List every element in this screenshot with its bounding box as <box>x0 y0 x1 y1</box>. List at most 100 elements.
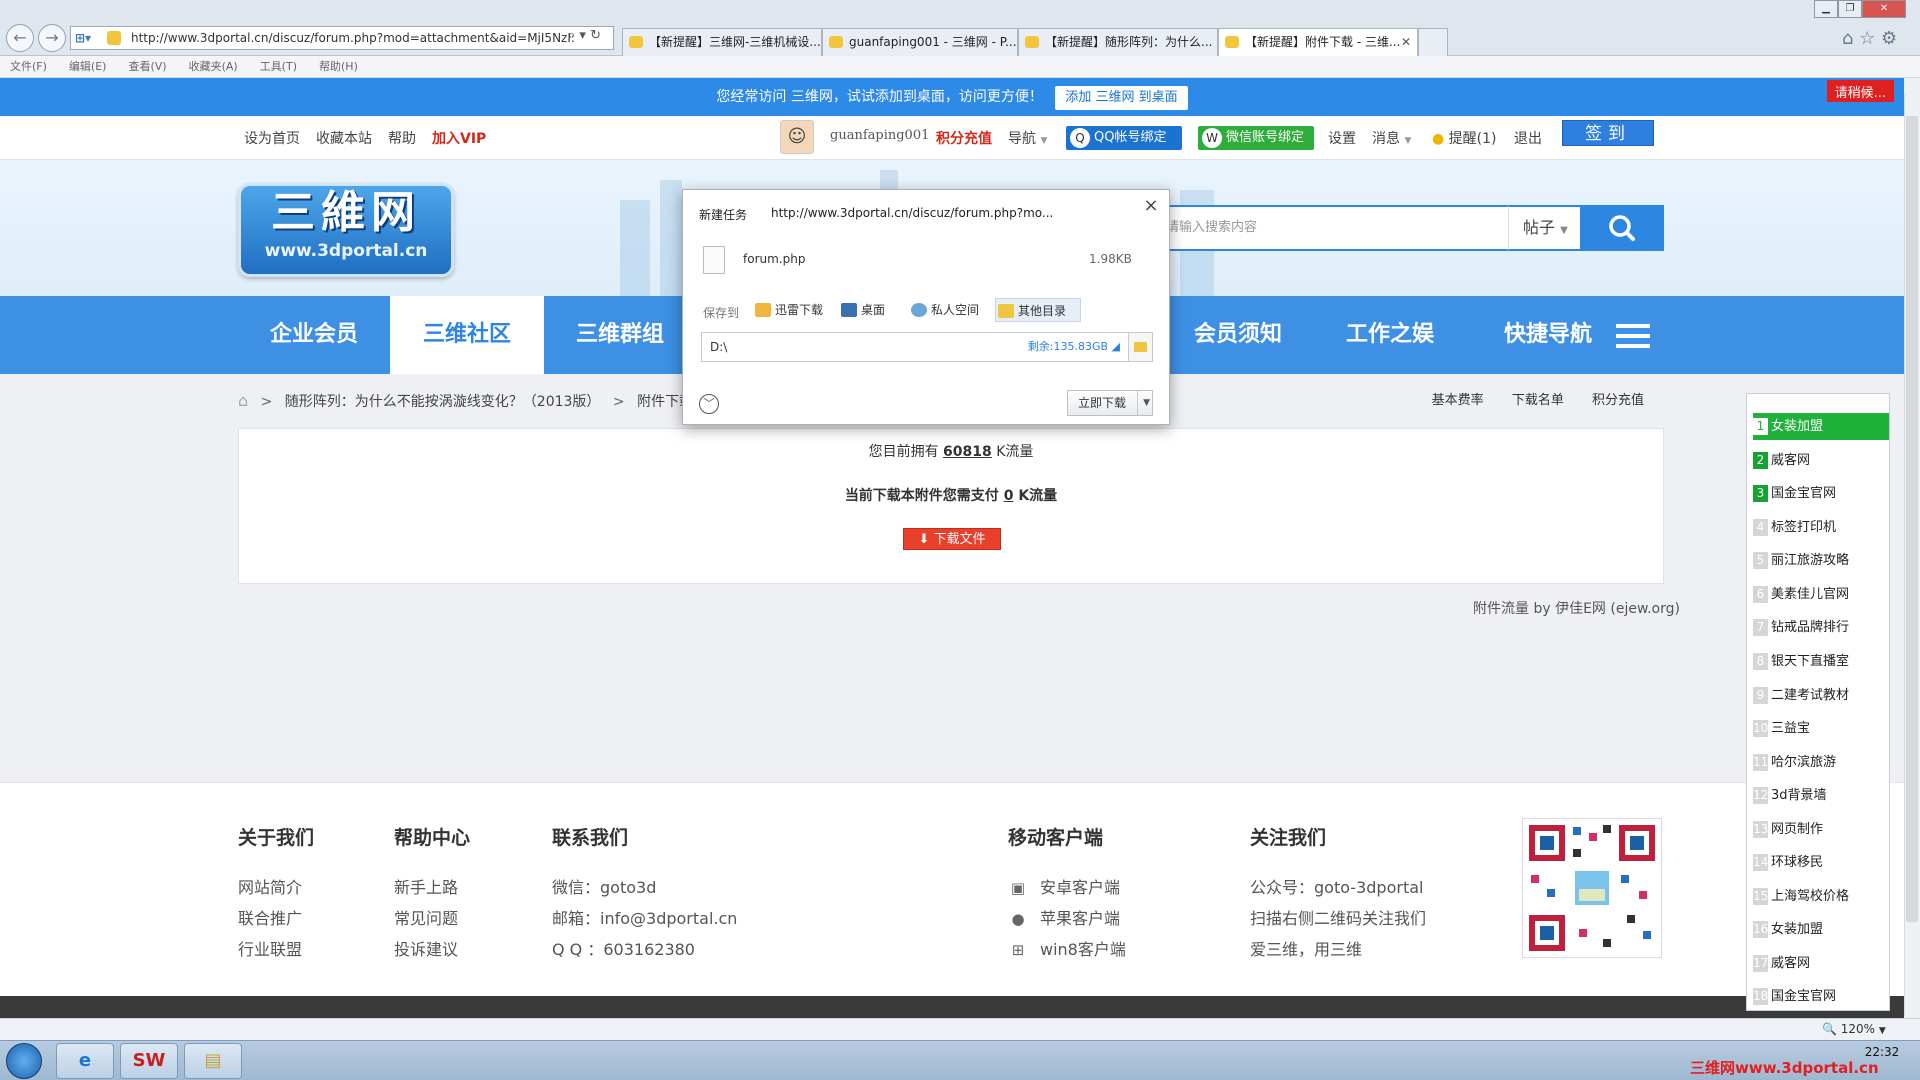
logout-link[interactable]: 退出 <box>1514 128 1542 148</box>
search-type-select[interactable]: 帖子 ▼ <box>1508 205 1580 251</box>
tab-2[interactable]: guanfaping001 - 三维网 - P... <box>822 28 1018 56</box>
points-recharge-link[interactable]: 积分充值 <box>1592 393 1644 408</box>
ad-item[interactable]: 7 钻戒品牌排行 <box>1753 614 1889 641</box>
back-icon[interactable]: ← <box>6 24 34 52</box>
ad-item[interactable]: 5 丽江旅游攻略 <box>1753 547 1889 574</box>
signin-button[interactable]: 签到 <box>1562 120 1654 146</box>
bookmark-site-link[interactable]: 收藏本站 <box>316 128 372 148</box>
footer-link[interactable]: ● 苹果客户端 <box>1008 903 1126 934</box>
dialog-filename[interactable]: forum.php <box>743 252 805 266</box>
help-link[interactable]: 帮助 <box>388 128 416 148</box>
dialog-close-icon[interactable]: × <box>1141 196 1161 216</box>
zoom-control[interactable]: 🔍 120% ▼ <box>1822 1022 1886 1036</box>
ad-item[interactable]: 17 威客网 <box>1753 950 1889 977</box>
menu-view[interactable]: 查看(V) <box>128 56 166 78</box>
search-input[interactable]: 请输入搜索内容 <box>1148 205 1508 251</box>
ad-item[interactable]: 18 国金宝官网 <box>1753 983 1889 1010</box>
footer-link[interactable]: 联合推广 <box>238 903 314 934</box>
save-option-desktop[interactable]: 桌面 <box>839 298 885 322</box>
chevron-down-icon[interactable]: ▼ <box>1143 391 1150 415</box>
explorer-taskbar-icon[interactable]: ▤ <box>184 1043 242 1079</box>
set-homepage-link[interactable]: 设为首页 <box>244 128 300 148</box>
footer-link[interactable]: 投诉建议 <box>394 934 470 965</box>
menu-help[interactable]: 帮助(H) <box>319 56 358 78</box>
menu-favorites[interactable]: 收藏夹(A) <box>189 56 238 78</box>
menu-icon[interactable] <box>1616 324 1650 348</box>
add-to-desktop-button[interactable]: 添加 三维网 到桌面 <box>1055 86 1188 110</box>
ad-item[interactable]: 9 二建考试教材 <box>1753 682 1889 709</box>
tab-label: 【新提醒】附件下载 - 三维... <box>1245 35 1401 49</box>
scrollbar-thumb[interactable] <box>1906 116 1918 922</box>
footer-link[interactable]: ▣ 安卓客户端 <box>1008 872 1126 903</box>
remind-link[interactable]: ● 提醒(1) <box>1432 128 1497 148</box>
basic-rate-link[interactable]: 基本费率 <box>1432 393 1484 408</box>
forward-icon[interactable]: → <box>38 24 66 52</box>
ad-item[interactable]: 11 哈尔滨旅游 <box>1753 749 1889 776</box>
breadcrumb-thread[interactable]: 随形阵列：为什么不能按涡漩线变化？（2013版） <box>285 394 601 410</box>
nav-dropdown[interactable]: 导航 ▼ <box>1008 128 1047 148</box>
ad-item[interactable]: 13 网页制作 <box>1753 816 1889 843</box>
system-clock[interactable]: 22:32 <box>1852 1044 1912 1060</box>
solidworks-taskbar-icon[interactable]: SW <box>120 1043 178 1079</box>
ad-item[interactable]: 14 环球移民 <box>1753 849 1889 876</box>
nav-community[interactable]: 三维社区 <box>390 296 544 374</box>
search-refresh-icons[interactable]: ⌕ ▾ ↻ <box>568 28 601 43</box>
ad-item[interactable]: 15 上海驾校价格 <box>1753 883 1889 910</box>
nav-member-notice[interactable]: 会员须知 <box>1162 296 1314 374</box>
ad-item[interactable]: 6 美素佳儿官网 <box>1753 581 1889 608</box>
footer-link[interactable]: ⊞ win8客户端 <box>1008 934 1126 965</box>
home-star-gear-icons[interactable]: ⌂ ☆ ⚙ <box>1842 28 1897 49</box>
menu-file[interactable]: 文件(F) <box>10 56 47 78</box>
nav-groups[interactable]: 三维群组 <box>544 296 696 374</box>
tab-close-icon[interactable]: ✕ <box>1401 29 1411 55</box>
username[interactable]: guanfaping001 <box>830 128 929 143</box>
nav-quick[interactable]: 快捷导航 <box>1480 296 1616 374</box>
ie-taskbar-icon[interactable]: e <box>56 1043 114 1079</box>
ad-item[interactable]: 4 标签打印机 <box>1753 514 1889 541</box>
save-option-thunder[interactable]: 迅雷下载 <box>753 298 823 322</box>
start-button[interactable] <box>6 1043 42 1079</box>
ad-item[interactable]: 10 三益宝 <box>1753 715 1889 742</box>
expand-options-icon[interactable]: ﹀ <box>699 394 719 414</box>
ad-item[interactable]: 1 女装加盟 <box>1753 413 1889 440</box>
ad-item[interactable]: 16 女装加盟 <box>1753 916 1889 943</box>
footer-link[interactable]: 常见问题 <box>394 903 470 934</box>
compat-icon[interactable]: ⊞▾ <box>75 27 91 49</box>
nav-enterprise[interactable]: 企业会员 <box>238 296 390 374</box>
save-option-private[interactable]: 私人空间 <box>909 298 979 322</box>
save-path-input[interactable]: D:\ 剩余:135.83GB ◢ <box>701 332 1129 362</box>
browse-folder-button[interactable] <box>1129 332 1153 362</box>
new-tab-button[interactable] <box>1418 28 1448 56</box>
footer-link[interactable]: 网站简介 <box>238 872 314 903</box>
save-option-other[interactable]: 其他目录 <box>995 298 1081 322</box>
ad-item[interactable]: 2 威客网 <box>1753 447 1889 474</box>
site-logo[interactable]: 三維网 www.3dportal.cn <box>238 183 454 277</box>
qq-bind-button[interactable]: Q QQ帐号绑定 <box>1066 126 1182 150</box>
maximize-button[interactable]: ❐ <box>1838 0 1862 18</box>
home-icon[interactable]: ⌂ <box>238 391 248 410</box>
messages-dropdown[interactable]: 消息 ▼ <box>1372 128 1411 148</box>
menu-tools[interactable]: 工具(T) <box>260 56 297 78</box>
tab-4-active[interactable]: 【新提醒】附件下载 - 三维... ✕ <box>1218 28 1418 56</box>
settings-link[interactable]: 设置 <box>1328 128 1356 148</box>
ad-item[interactable]: 3 国金宝官网 <box>1753 480 1889 507</box>
avatar[interactable]: ☺ <box>780 120 814 154</box>
ad-item[interactable]: 8 银天下直播室 <box>1753 648 1889 675</box>
download-list-link[interactable]: 下载名单 <box>1512 393 1564 408</box>
nav-work-fun[interactable]: 工作之娱 <box>1314 296 1466 374</box>
join-vip-link[interactable]: 加入VIP <box>432 128 486 148</box>
download-file-button[interactable]: ⬇ 下载文件 <box>903 528 1001 550</box>
start-download-button[interactable]: 立即下载 ▼ <box>1067 390 1153 416</box>
tab-3[interactable]: 【新提醒】随形阵列：为什么... <box>1018 28 1218 56</box>
footer-link[interactable]: 行业联盟 <box>238 934 314 965</box>
address-bar[interactable]: ⊞▾ http://www.3dportal.cn/discuz/forum.p… <box>70 26 614 50</box>
wechat-bind-button[interactable]: W 微信账号绑定 <box>1198 126 1314 150</box>
ad-item[interactable]: 12 3d背景墙 <box>1753 782 1889 809</box>
minimize-button[interactable]: ▁ <box>1814 0 1838 18</box>
close-window-button[interactable]: ✕ <box>1862 0 1906 18</box>
recharge-link[interactable]: 积分充值 <box>936 128 992 148</box>
menu-edit[interactable]: 编辑(E) <box>69 56 107 78</box>
footer-link[interactable]: 新手上路 <box>394 872 470 903</box>
tab-1[interactable]: 【新提醒】三维网-三维机械设... <box>622 28 822 56</box>
search-button[interactable] <box>1580 205 1664 251</box>
